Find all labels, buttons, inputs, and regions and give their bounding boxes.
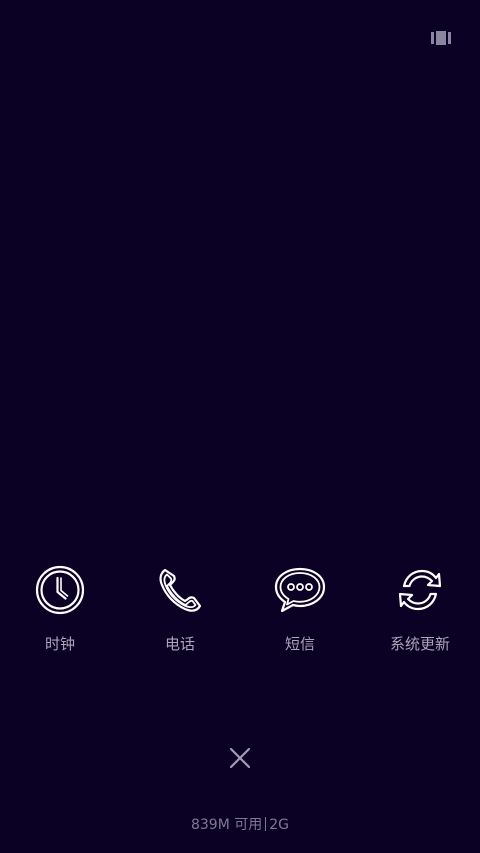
message-icon [272, 562, 328, 618]
memory-available: 839M 可用 [190, 817, 263, 833]
phone-icon [152, 562, 208, 618]
memory-total: 2G [269, 817, 290, 833]
recent-app-clock[interactable]: 时钟 [0, 562, 120, 662]
clock-icon [32, 562, 88, 618]
app-label-messages: 短信 [284, 635, 315, 653]
close-icon [229, 747, 251, 769]
app-label-system-update: 系统更新 [389, 635, 450, 653]
refresh-icon [392, 562, 448, 618]
clear-all-button[interactable] [226, 744, 254, 772]
memory-divider [265, 817, 267, 831]
list-view-icon [431, 31, 451, 45]
recent-app-phone[interactable]: 电话 [120, 562, 240, 662]
recent-apps-row: 时钟 电话 短信 系统更新 [0, 562, 480, 662]
recent-app-messages[interactable]: 短信 [240, 562, 360, 662]
memory-status: 839M 可用 2G [0, 816, 480, 834]
recent-app-system-update[interactable]: 系统更新 [360, 562, 480, 662]
app-label-phone: 电话 [164, 635, 195, 653]
recents-view-toggle-button[interactable] [430, 29, 452, 47]
app-label-clock: 时钟 [44, 635, 75, 653]
